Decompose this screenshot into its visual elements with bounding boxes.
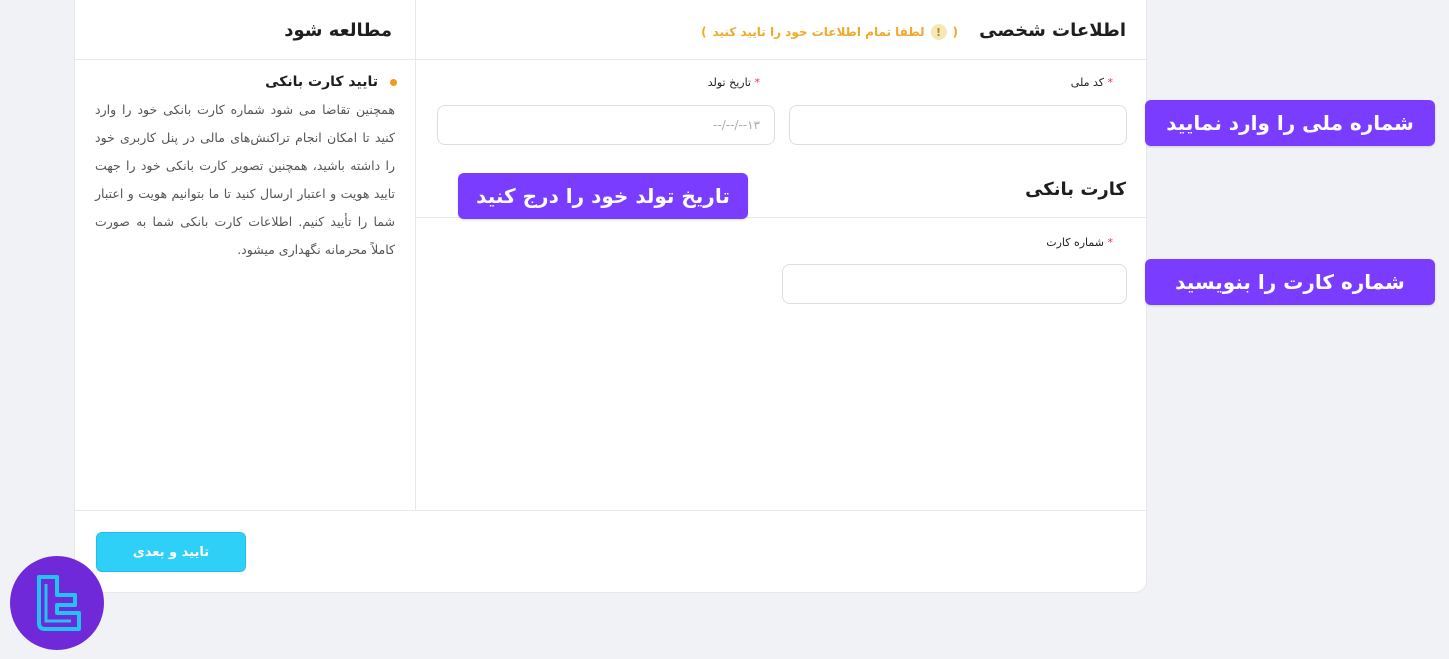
- card-number-label-text: شماره کارت: [1046, 236, 1104, 249]
- callout-national-code: شماره ملی را وارد نمایید: [1145, 100, 1435, 146]
- bullet-dot-icon: [390, 78, 397, 86]
- required-mark: *: [1107, 76, 1114, 89]
- confirm-next-button[interactable]: تایید و بعدی: [96, 532, 246, 572]
- birth-date-label-text: تاریخ تولد: [707, 76, 751, 89]
- brand-logo: [10, 556, 104, 650]
- study-panel: تایید کارت بانکی همچنین تقاضا می شود شما…: [75, 60, 415, 264]
- brand-mark-icon: [37, 575, 81, 631]
- required-mark: *: [754, 76, 761, 89]
- column-divider: [415, 0, 416, 510]
- study-panel-heading: تایید کارت بانکی: [95, 74, 397, 90]
- footer-divider: [75, 510, 1148, 511]
- warning-text: لطفا تمام اطلاعات خود را تایید کنید: [712, 25, 925, 39]
- study-panel-title: مطالعه شود: [284, 20, 392, 41]
- warning-paren-open: (: [952, 25, 958, 39]
- birth-date-label: * تاریخ تولد: [708, 76, 763, 89]
- warning-notice: ( ! لطفا تمام اطلاعات خود را تایید کنید …: [701, 24, 958, 40]
- study-panel-text: همچنین تقاضا می شود شماره کارت بانکی خود…: [95, 102, 395, 257]
- personal-info-title: اطلاعات شخصی: [979, 20, 1126, 41]
- callout-birth-date: تاریخ تولد خود را درج کنید: [458, 173, 748, 219]
- verification-card: مطالعه شود تایید کارت بانکی همچنین تقاضا…: [74, 0, 1148, 593]
- national-code-label-text: کد ملی: [1070, 76, 1104, 89]
- required-mark: *: [1107, 236, 1114, 249]
- study-panel-heading-text: تایید کارت بانکی: [265, 74, 378, 90]
- warning-icon: !: [930, 24, 947, 40]
- national-code-input[interactable]: [789, 105, 1127, 145]
- page: مطالعه شود تایید کارت بانکی همچنین تقاضا…: [0, 0, 1449, 659]
- card-number-input[interactable]: [782, 264, 1127, 304]
- callout-card-number: شماره کارت را بنویسید: [1145, 259, 1435, 305]
- card-number-label: * شماره کارت: [1046, 236, 1116, 249]
- national-code-label: * کد ملی: [1071, 76, 1116, 89]
- birth-date-input[interactable]: [437, 105, 775, 145]
- warning-paren-close: ): [701, 25, 707, 39]
- bank-card-title: کارت بانکی: [1025, 179, 1126, 200]
